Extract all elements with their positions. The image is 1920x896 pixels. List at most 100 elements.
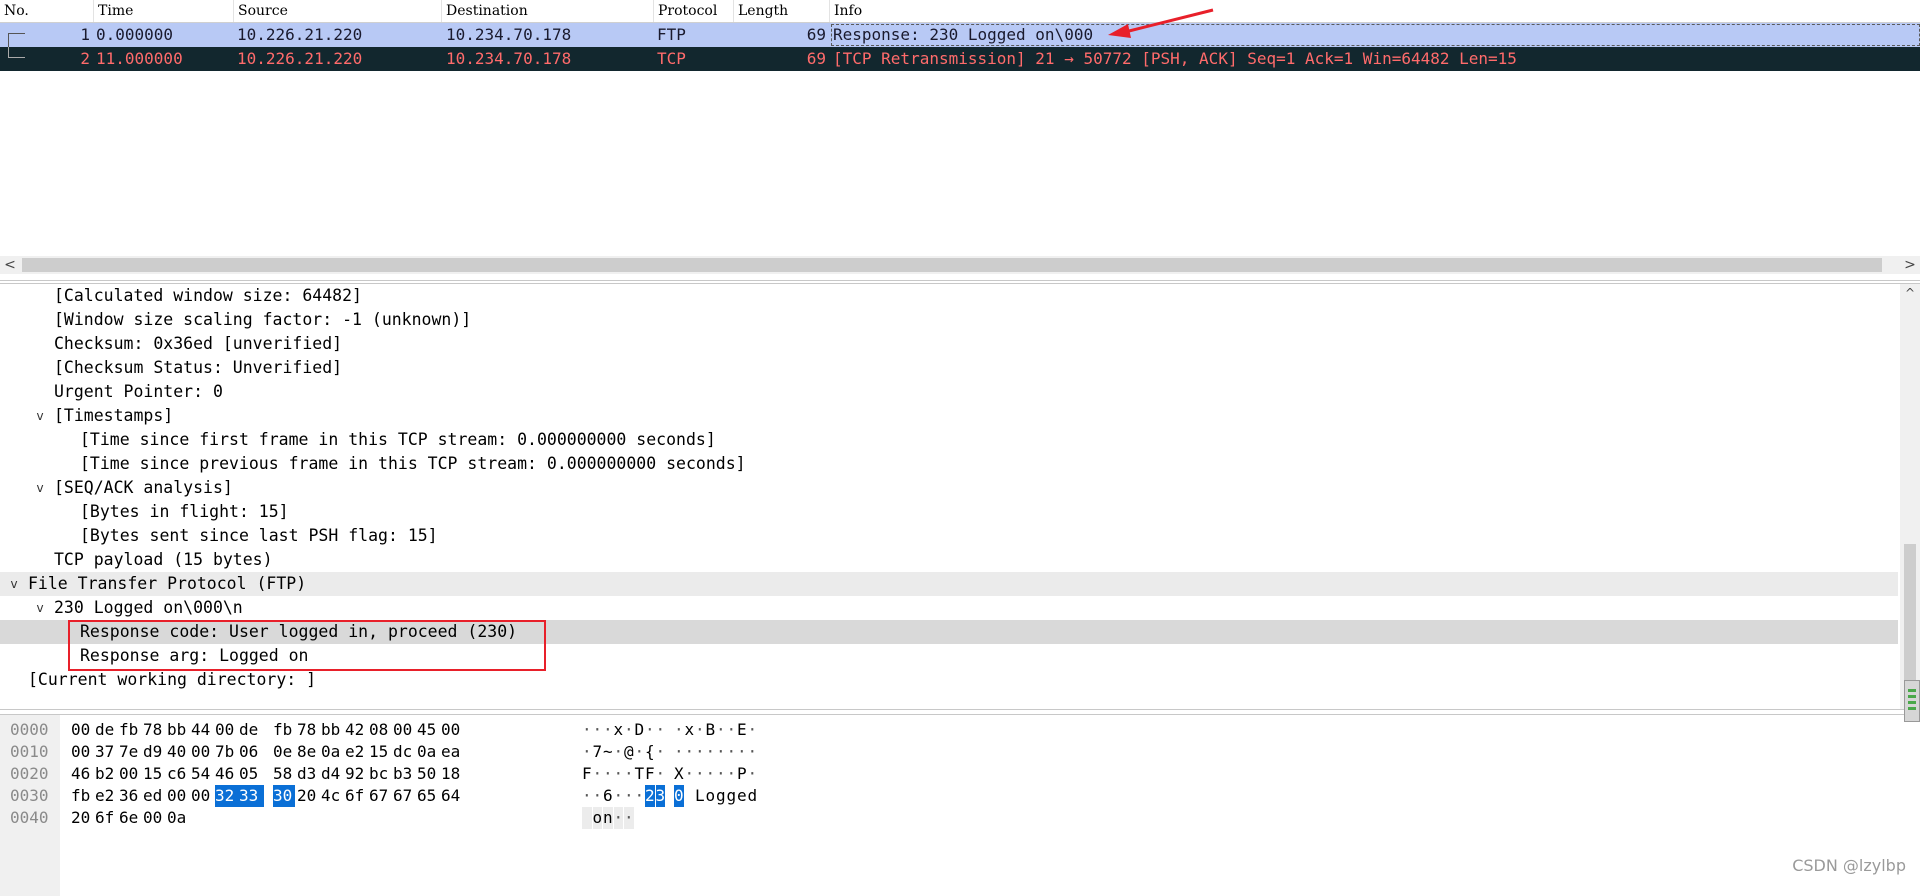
detail-tree-item[interactable]: [Current working directory: ]	[0, 668, 1898, 692]
ascii-char[interactable]: x	[685, 719, 695, 741]
ascii-char[interactable]: o	[592, 807, 602, 829]
ascii-char[interactable]: ·	[635, 741, 645, 763]
hex-byte[interactable]: 58	[273, 763, 295, 785]
column-header-source[interactable]: Source	[234, 0, 442, 22]
hex-byte[interactable]: 32	[215, 785, 240, 807]
hex-byte[interactable]: 00	[143, 807, 165, 829]
ascii-char[interactable]: ~	[603, 741, 613, 763]
hex-byte[interactable]: c6	[167, 763, 189, 785]
hex-byte[interactable]: 7e	[119, 741, 141, 763]
column-header-time[interactable]: Time	[94, 0, 234, 22]
ascii-char[interactable]: ·	[582, 719, 592, 741]
hex-byte[interactable]: 0e	[273, 741, 295, 763]
ascii-char[interactable]: g	[716, 785, 726, 807]
ascii-char[interactable]: ·	[727, 763, 737, 785]
hex-byte[interactable]: 00	[393, 719, 415, 741]
ascii-char[interactable]: d	[748, 785, 758, 807]
ascii-char[interactable]: B	[706, 719, 716, 741]
hex-byte[interactable]: ea	[441, 741, 463, 763]
ascii-char[interactable]: F	[645, 763, 655, 785]
hex-byte[interactable]: 20	[71, 807, 93, 829]
chevron-down-icon[interactable]: v	[32, 596, 48, 620]
hex-byte[interactable]: 0a	[417, 741, 439, 763]
ascii-char[interactable]: ·	[737, 741, 747, 763]
column-header-protocol[interactable]: Protocol	[654, 0, 734, 22]
ascii-char[interactable]: ·	[695, 763, 705, 785]
ascii-char[interactable]: ·	[674, 741, 684, 763]
hex-byte[interactable]: 78	[143, 719, 165, 741]
ascii-char[interactable]: 0	[674, 785, 684, 807]
ascii-char[interactable]: ·	[748, 763, 758, 785]
ascii-char[interactable]: E	[737, 719, 747, 741]
detail-tree-item[interactable]: [Time since previous frame in this TCP s…	[0, 452, 1898, 476]
hex-byte[interactable]: e2	[95, 785, 117, 807]
hex-byte[interactable]: 6f	[345, 785, 367, 807]
hex-byte[interactable]: 44	[191, 719, 213, 741]
hex-byte[interactable]: 00	[191, 741, 213, 763]
hex-byte[interactable]: e2	[345, 741, 367, 763]
hex-byte[interactable]: 6f	[95, 807, 117, 829]
detail-tree-item[interactable]: [Calculated window size: 64482]	[0, 284, 1898, 308]
ascii-char[interactable]: D	[635, 719, 645, 741]
ascii-char[interactable]: ·	[748, 741, 758, 763]
ascii-char[interactable]: 3	[655, 785, 665, 807]
hex-byte[interactable]: de	[239, 719, 261, 741]
hex-byte[interactable]: 67	[393, 785, 415, 807]
ascii-char[interactable]: e	[737, 785, 747, 807]
hex-byte[interactable]: 15	[143, 763, 165, 785]
hex-byte[interactable]: d9	[143, 741, 165, 763]
hex-byte[interactable]: bb	[321, 719, 343, 741]
hex-byte[interactable]: b2	[95, 763, 117, 785]
ascii-char[interactable]: ·	[727, 719, 737, 741]
detail-tree-item[interactable]: Urgent Pointer: 0	[0, 380, 1898, 404]
scroll-left-arrow-icon[interactable]: <	[0, 256, 20, 274]
details-vertical-scrollbar[interactable]: ^	[1900, 284, 1920, 709]
ascii-char[interactable]: x	[614, 719, 624, 741]
detail-tree-item[interactable]: TCP payload (15 bytes)	[0, 548, 1898, 572]
hex-byte[interactable]: 36	[119, 785, 141, 807]
scrollbar-thumb[interactable]	[1904, 544, 1916, 684]
ascii-char[interactable]: ·	[727, 741, 737, 763]
hex-byte[interactable]: 00	[71, 719, 93, 741]
hex-byte[interactable]: 30	[273, 785, 295, 807]
ascii-char[interactable]: ·	[624, 763, 634, 785]
hex-byte[interactable]: 05	[239, 763, 261, 785]
ascii-char[interactable]	[582, 807, 592, 829]
hex-byte[interactable]: fb	[273, 719, 295, 741]
chevron-down-icon[interactable]: v	[32, 476, 48, 500]
ascii-char[interactable]: ·	[685, 763, 695, 785]
hex-byte[interactable]: bb	[167, 719, 189, 741]
ascii-char[interactable]: ·	[614, 785, 624, 807]
ascii-char[interactable]: ·	[613, 807, 623, 829]
ascii-char[interactable]	[685, 785, 695, 807]
ascii-char[interactable]: ·	[695, 741, 705, 763]
hex-byte[interactable]: 06	[239, 741, 261, 763]
hex-byte[interactable]: 6e	[119, 807, 141, 829]
ascii-char[interactable]: ·	[645, 719, 655, 741]
hex-byte[interactable]: b3	[393, 763, 415, 785]
chevron-down-icon[interactable]: v	[32, 404, 48, 428]
ascii-char[interactable]: L	[695, 785, 705, 807]
ascii-char[interactable]: 2	[645, 785, 655, 807]
ascii-char[interactable]: ·	[603, 763, 613, 785]
hex-byte[interactable]: 8e	[297, 741, 319, 763]
ascii-char[interactable]: {	[645, 741, 655, 763]
column-header-no[interactable]: No.	[0, 0, 94, 22]
scroll-up-arrow-icon[interactable]: ^	[1900, 284, 1920, 302]
detail-tree-item[interactable]: [Bytes in flight: 15]	[0, 500, 1898, 524]
hex-byte[interactable]: d3	[297, 763, 319, 785]
hex-byte[interactable]: 92	[345, 763, 367, 785]
hex-byte[interactable]: fb	[119, 719, 141, 741]
ascii-char[interactable]: ·	[706, 763, 716, 785]
packet-row[interactable]: 1 0.000000 10.226.21.220 10.234.70.178 F…	[0, 23, 1920, 48]
chevron-down-icon[interactable]: v	[6, 572, 22, 596]
ascii-char[interactable]: ·	[635, 785, 645, 807]
hex-byte[interactable]: 00	[71, 741, 93, 763]
detail-tree-item[interactable]: v 230 Logged on\000\n	[0, 596, 1898, 620]
ascii-char[interactable]: ·	[695, 719, 705, 741]
scrollbar-thumb[interactable]	[22, 258, 1882, 272]
hex-byte[interactable]: d4	[321, 763, 343, 785]
detail-tree-item[interactable]: v [Timestamps]	[0, 404, 1898, 428]
ascii-char[interactable]: ·	[716, 763, 726, 785]
ascii-char[interactable]: ·	[614, 741, 624, 763]
